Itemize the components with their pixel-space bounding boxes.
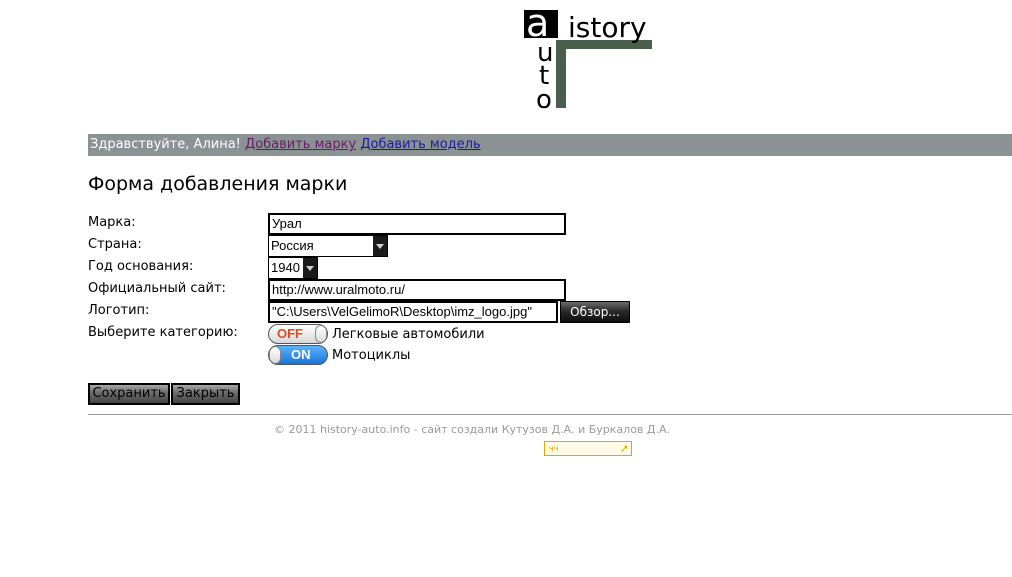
category-label: Выберите категорию: [88, 325, 238, 340]
brand-input[interactable]: Урал [268, 213, 566, 235]
logo-graphic: a istory u t o [524, 1, 652, 115]
arrow-icon: ➚ [619, 442, 629, 455]
category-label-motorcycles: Мотоциклы [332, 348, 411, 363]
site-label: Официальный сайт: [88, 281, 226, 296]
logo-letter-o: o [536, 85, 552, 112]
toggle-state-text: ON [291, 347, 311, 362]
chevron-down-icon [373, 236, 387, 256]
chevron-down-icon [303, 258, 317, 278]
year-select[interactable]: 1940 [268, 257, 318, 279]
add-brand-link[interactable]: Добавить марку [245, 137, 356, 152]
toggle-knob [315, 325, 327, 343]
toggle-knob [269, 346, 281, 364]
category-label-cars: Легковые автомобили [332, 327, 485, 342]
country-label: Страна: [88, 237, 142, 252]
greeting-text: Здравствуйте, Алина! [90, 137, 241, 152]
logo-label: Логотип: [88, 303, 150, 318]
year-select-value: 1940 [271, 260, 300, 275]
site-input[interactable]: http://www.uralmoto.ru/ [268, 279, 566, 301]
browse-button[interactable]: Обзор... [560, 301, 630, 323]
counter-widget[interactable]: чч ➚ [544, 441, 632, 456]
category-toggle-motorcycles[interactable]: ON [268, 345, 328, 365]
footer-copyright: © 2011 history-auto.info - сайт создали … [273, 423, 671, 436]
page-title: Форма добавления марки [88, 173, 348, 195]
year-label: Год основания: [88, 259, 194, 274]
logo-text: istory [568, 11, 647, 44]
user-nav-bar: Здравствуйте, Алина! Добавить марку Доба… [88, 134, 1012, 156]
close-button[interactable]: Закрыть [171, 383, 240, 405]
category-toggle-cars[interactable]: OFF [268, 324, 328, 344]
footer-divider [88, 414, 1012, 415]
logo-file-input[interactable]: "C:\Users\VelGelimoR\Desktop\imz_logo.jp… [268, 301, 558, 323]
site-logo[interactable]: a istory u t o [520, 0, 660, 115]
country-select[interactable]: Россия [268, 235, 388, 257]
save-button[interactable]: Сохранить [88, 383, 170, 405]
brand-label: Марка: [88, 215, 136, 230]
counter-text: чч [549, 444, 559, 453]
add-model-link[interactable]: Добавить модель [360, 137, 480, 152]
toggle-state-text: OFF [277, 326, 303, 341]
country-select-value: Россия [271, 238, 314, 253]
